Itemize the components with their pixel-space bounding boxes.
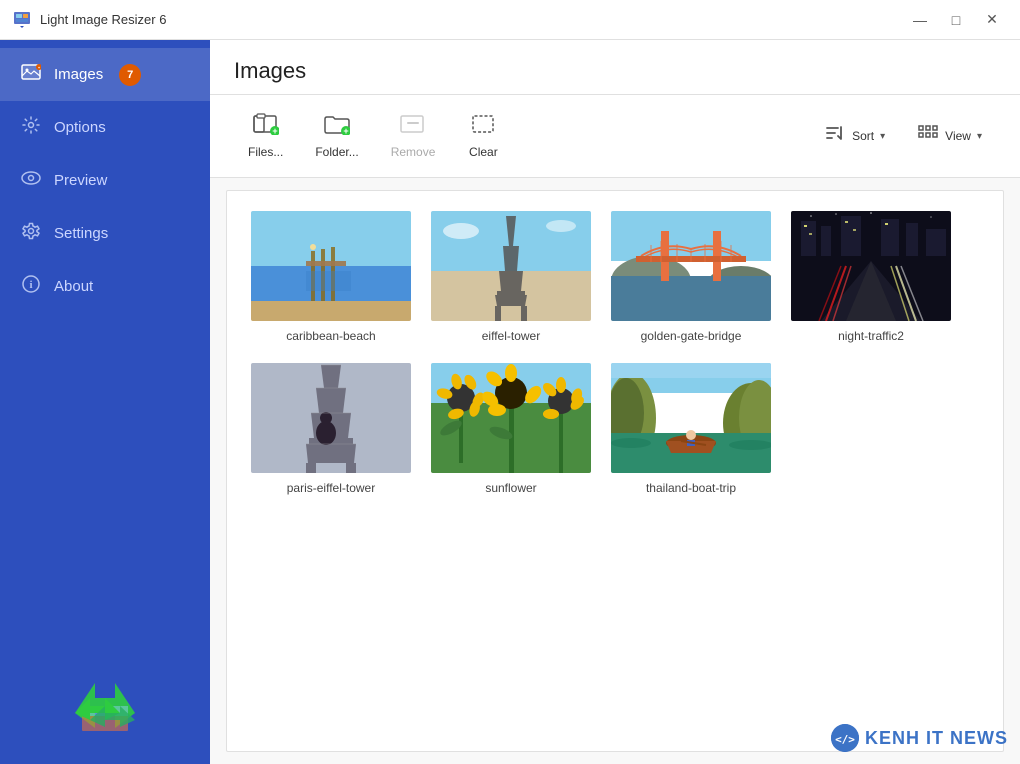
image-label-thailand-boat-trip: thailand-boat-trip <box>646 481 736 495</box>
folder-icon: + <box>324 113 350 141</box>
clear-button[interactable]: Clear <box>453 107 513 165</box>
image-item-caribbean-beach[interactable]: caribbean-beach <box>251 211 411 343</box>
page-title: Images <box>234 58 996 84</box>
watermark: </> KENH IT NEWS <box>831 724 1008 752</box>
title-bar: Light Image Resizer 6 — □ ✕ <box>0 0 1020 40</box>
image-item-thailand-boat-trip[interactable]: thailand-boat-trip <box>611 363 771 495</box>
watermark-icon: </> <box>831 724 859 752</box>
image-item-night-traffic2[interactable]: night-traffic2 <box>791 211 951 343</box>
watermark-label: KENH IT NEWS <box>865 728 1008 749</box>
image-item-golden-gate-bridge[interactable]: golden-gate-bridge <box>611 211 771 343</box>
svg-text:i: i <box>29 279 32 291</box>
sidebar-logo <box>0 662 210 764</box>
sort-icon <box>824 123 846 149</box>
image-thumb-caribbean-beach <box>251 211 411 321</box>
image-item-paris-eiffel-tower[interactable]: paris-eiffel-tower <box>251 363 411 495</box>
sort-button[interactable]: Sort ▾ <box>810 117 899 155</box>
image-label-caribbean-beach: caribbean-beach <box>286 329 375 343</box>
toolbar: + Files... + Folder... <box>210 95 1020 178</box>
minimize-button[interactable]: — <box>904 6 936 34</box>
options-nav-icon <box>20 115 42 140</box>
sidebar-item-about[interactable]: i About <box>0 260 210 313</box>
app-title: Light Image Resizer 6 <box>40 12 166 27</box>
folder-button-label: Folder... <box>315 145 358 159</box>
sidebar-item-options[interactable]: Options <box>0 101 210 154</box>
app-body: + Images 7 Options <box>0 40 1020 764</box>
toolbar-right: Sort ▾ View ▾ <box>810 117 996 155</box>
image-label-golden-gate-bridge: golden-gate-bridge <box>641 329 742 343</box>
sidebar-item-settings[interactable]: Settings <box>0 207 210 260</box>
content-header: Images <box>210 40 1020 95</box>
image-thumb-night-traffic2 <box>791 211 951 321</box>
images-badge: 7 <box>119 64 141 86</box>
images-nav-label: Images <box>54 66 103 83</box>
images-area: caribbean-beach <box>226 190 1004 752</box>
clear-button-label: Clear <box>469 145 498 159</box>
content-area: Images + Files... <box>210 40 1020 764</box>
title-bar-left: Light Image Resizer 6 <box>12 10 166 30</box>
files-button-label: Files... <box>248 145 283 159</box>
close-button[interactable]: ✕ <box>976 6 1008 34</box>
view-dropdown-arrow: ▾ <box>977 131 982 142</box>
svg-text:+: + <box>272 126 277 135</box>
preview-nav-icon <box>20 168 42 193</box>
about-nav-label: About <box>54 278 93 295</box>
options-nav-label: Options <box>54 119 106 136</box>
view-button[interactable]: View ▾ <box>903 117 996 155</box>
sidebar-item-images[interactable]: + Images 7 <box>0 48 210 101</box>
files-icon: + <box>253 113 279 141</box>
svg-text:</>: </> <box>835 733 855 746</box>
app-icon <box>12 10 32 30</box>
settings-nav-label: Settings <box>54 225 108 242</box>
image-label-sunflower: sunflower <box>485 481 536 495</box>
maximize-button[interactable]: □ <box>940 6 972 34</box>
remove-icon <box>400 113 426 141</box>
sidebar: + Images 7 Options <box>0 40 210 764</box>
svg-text:+: + <box>343 126 348 135</box>
files-button[interactable]: + Files... <box>234 107 297 165</box>
view-icon <box>917 123 939 149</box>
remove-button: Remove <box>377 107 450 165</box>
image-thumb-sunflower <box>431 363 591 473</box>
sidebar-nav: + Images 7 Options <box>0 40 210 662</box>
image-item-sunflower[interactable]: sunflower <box>431 363 591 495</box>
images-grid: caribbean-beach <box>251 211 979 495</box>
images-nav-icon: + <box>20 62 42 87</box>
preview-nav-label: Preview <box>54 172 107 189</box>
app-logo-icon <box>70 678 140 748</box>
image-thumb-paris-eiffel-tower <box>251 363 411 473</box>
image-thumb-eiffel-tower <box>431 211 591 321</box>
image-label-night-traffic2: night-traffic2 <box>838 329 904 343</box>
image-label-paris-eiffel-tower: paris-eiffel-tower <box>287 481 375 495</box>
view-label: View <box>945 129 971 143</box>
sort-dropdown-arrow: ▾ <box>880 131 885 142</box>
image-thumb-thailand-boat-trip <box>611 363 771 473</box>
sidebar-item-preview[interactable]: Preview <box>0 154 210 207</box>
title-bar-controls: — □ ✕ <box>904 6 1008 34</box>
folder-button[interactable]: + Folder... <box>301 107 372 165</box>
clear-icon <box>470 113 496 141</box>
image-item-eiffel-tower[interactable]: eiffel-tower <box>431 211 591 343</box>
image-label-eiffel-tower: eiffel-tower <box>482 329 540 343</box>
about-nav-icon: i <box>20 274 42 299</box>
image-thumb-golden-gate-bridge <box>611 211 771 321</box>
settings-nav-icon <box>20 221 42 246</box>
remove-button-label: Remove <box>391 145 436 159</box>
sort-label: Sort <box>852 129 874 143</box>
